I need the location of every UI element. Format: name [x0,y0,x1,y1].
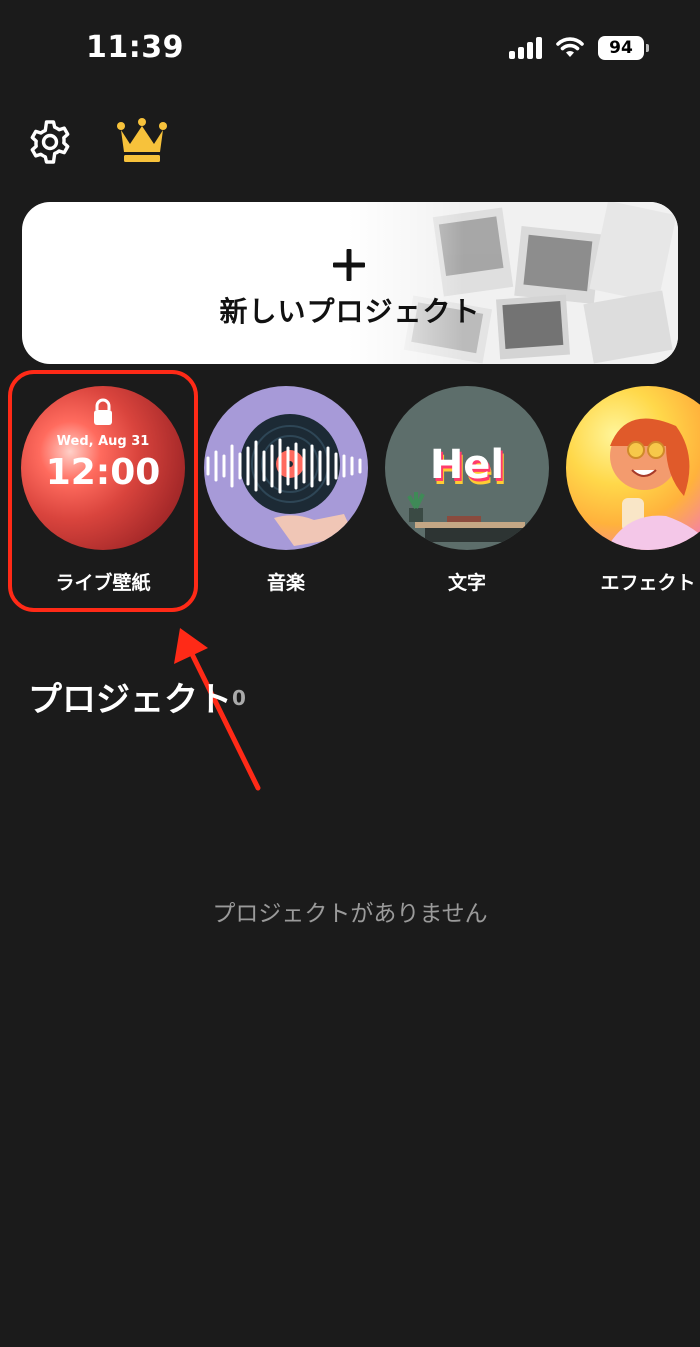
wifi-icon [556,37,584,57]
desk-illustration [407,492,525,542]
category-text[interactable]: Hel 文字 [385,386,549,594]
text-thumbnail: Hel [385,386,549,550]
status-icons: 94 [509,36,649,60]
plus-icon [333,249,365,281]
projects-title: プロジェクト [28,680,232,720]
person-illustration [606,418,700,550]
vinyl-record-icon [206,414,362,546]
category-label: エフェクト [600,572,696,594]
crown-icon[interactable] [116,118,168,164]
status-time: 11:39 [86,30,184,65]
new-project-button[interactable]: 新しいプロジェクト [22,202,678,364]
highlight-annotation [8,370,198,612]
category-music[interactable]: 音楽 [204,386,368,594]
category-label: 音楽 [266,572,305,594]
music-thumbnail [204,386,368,550]
projects-count: 0 [232,686,246,710]
app-screen: 11:39 94 新しいプロジェクト Wed, Aug 31 12:00 ライブ… [0,0,700,1347]
effects-thumbnail [566,386,700,550]
cellular-signal-icon [509,37,542,59]
photo-collage-decoration [348,202,678,364]
category-label: 文字 [447,572,486,594]
category-effects[interactable]: エフェクト [566,386,700,594]
battery-indicator: 94 [598,36,649,60]
new-project-label: 新しいプロジェクト [219,295,481,328]
gear-icon[interactable] [26,118,74,166]
empty-projects-message: プロジェクトがありません [212,901,488,927]
